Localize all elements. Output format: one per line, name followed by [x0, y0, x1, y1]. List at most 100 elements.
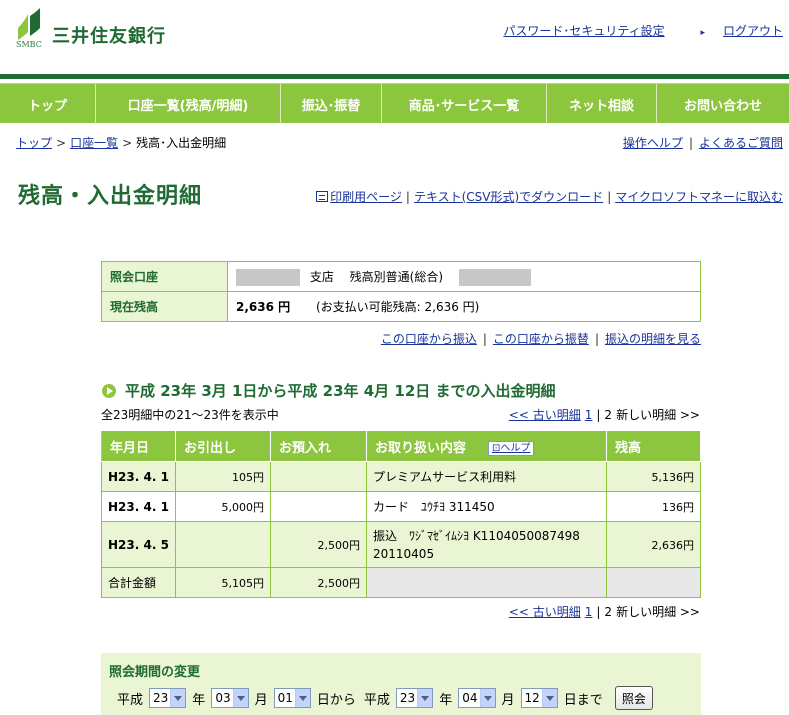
- help-label: ヘルプ: [500, 442, 531, 454]
- transfer-details-link[interactable]: 振込の明細を見る: [605, 332, 701, 346]
- pager-separator: |: [596, 408, 601, 422]
- to-label: 日まで: [563, 692, 603, 708]
- balance-row: 現在残高 2,636 円 (お支払い可能残高: 2,636 円): [101, 291, 701, 322]
- pager-top: << 古い明細 1 | 2 新しい明細 >>: [509, 406, 700, 423]
- era-label: 平成: [363, 692, 390, 708]
- password-security-link[interactable]: パスワード･セキュリティ設定: [503, 24, 664, 38]
- page-title: 残高・入出金明細: [18, 184, 203, 209]
- faq-link[interactable]: よくあるご質問: [699, 136, 783, 150]
- row-withdraw: 5,000円: [175, 491, 271, 522]
- from-year-select[interactable]: 23: [149, 688, 187, 708]
- col-withdraw: お引出し: [175, 430, 271, 462]
- chevron-down-icon: [479, 689, 495, 707]
- print-icon: [316, 191, 329, 202]
- from-year-value: 23: [153, 691, 169, 705]
- nav-top[interactable]: トップ: [0, 84, 96, 124]
- row-description: カード ﾕｳﾁﾖ 311450: [366, 491, 607, 522]
- to-month-value: 04: [462, 691, 478, 705]
- col-description-label: お取り扱い内容: [375, 440, 467, 456]
- period-change-panel: 照会期間の変更 平成 23 年 03 月 01 日から 平成 23 年 04 月…: [101, 653, 701, 715]
- switch-from-account-link[interactable]: この口座から振替: [493, 332, 589, 346]
- from-day-value: 01: [277, 691, 293, 705]
- to-month-select[interactable]: 04: [458, 688, 496, 708]
- help-button[interactable]: ⊡ヘルプ: [488, 440, 535, 456]
- result-count: 全23明細中の21～23件を表示中: [101, 408, 279, 422]
- nav-consult[interactable]: ネット相談: [547, 84, 657, 124]
- breadcrumb-top[interactable]: トップ: [16, 136, 52, 150]
- newer-statements-label: 新しい明細 >>: [616, 408, 700, 422]
- branch-label: 支店: [309, 269, 334, 284]
- account-table: 照会口座 支店 残高別普通(総合) 現在残高 2,636 円 (お支払い可能残高…: [101, 261, 701, 322]
- page-1-link[interactable]: 1: [585, 408, 593, 422]
- row-description: 振込 ﾜｼﾞﾏｾﾞｲﾑｼﾖ K1104050087498 20110405: [366, 521, 607, 568]
- table-row: H23. 4. 5 2,500円 振込 ﾜｼﾞﾏｾﾞｲﾑｼﾖ K11040500…: [101, 521, 701, 568]
- total-blank: [366, 567, 607, 598]
- title-links: 印刷用ページ | テキスト(CSV形式)でダウンロード | マイクロソフトマネーに取込む: [316, 188, 783, 205]
- help-links: 操作ヘルプ | よくあるご質問: [623, 134, 783, 151]
- total-label: 合計金額: [101, 567, 176, 598]
- pager-bottom: << 古い明細 1 | 2 新しい明細 >>: [509, 603, 700, 620]
- breadcrumb-separator: >: [56, 136, 67, 150]
- operation-help-link[interactable]: 操作ヘルプ: [623, 136, 683, 150]
- year-label: 年: [192, 692, 206, 708]
- query-button[interactable]: 照会: [614, 686, 653, 710]
- account-links: この口座から振込 | この口座から振替 | 振込の明細を見る: [381, 330, 701, 347]
- header-links: パスワード･セキュリティ設定 ▸ ログアウト: [487, 22, 783, 39]
- header-divider: [0, 74, 789, 79]
- balance-label: 現在残高: [101, 291, 228, 322]
- total-deposit: 2,500円: [270, 567, 367, 598]
- section-title-text: 平成 23年 3月 1日から平成 23年 4月 12日 までの入出金明細: [125, 382, 556, 400]
- breadcrumb-separator: >: [122, 136, 133, 150]
- row-deposit: [270, 461, 367, 492]
- period-title: 照会期間の変更: [109, 665, 201, 680]
- nav-transfer[interactable]: 振込･振替: [281, 84, 382, 124]
- divider: |: [607, 190, 612, 204]
- print-page-link[interactable]: 印刷用ページ: [330, 190, 402, 204]
- table-row: H23. 4. 1 5,000円 カード ﾕｳﾁﾖ 311450 136円: [101, 491, 701, 522]
- to-year-select[interactable]: 23: [395, 688, 434, 708]
- divider: |: [594, 332, 599, 346]
- row-deposit: 2,500円: [270, 521, 367, 568]
- header: SMBC 三井住友銀行 パスワード･セキュリティ設定 ▸ ログアウト: [0, 0, 789, 75]
- total-row: 合計金額 5,105円 2,500円: [101, 567, 701, 598]
- row-date: H23. 4. 5: [101, 521, 176, 568]
- chevron-down-icon: [541, 689, 557, 707]
- bank-name: 三井住友銀行: [52, 26, 166, 47]
- nav-account-list[interactable]: 口座一覧(残高/明細): [96, 84, 281, 124]
- to-day-select[interactable]: 12: [520, 688, 558, 708]
- logout-link[interactable]: ログアウト: [723, 24, 783, 38]
- account-row: 照会口座 支店 残高別普通(総合): [101, 261, 701, 292]
- account-value: 支店 残高別普通(総合): [227, 261, 701, 292]
- current-balance: 2,636 円: [236, 300, 291, 314]
- breadcrumb-account-list[interactable]: 口座一覧: [70, 136, 118, 150]
- table-header-row: 年月日 お引出し お預入れ お取り扱い内容 ⊡ヘルプ 残高: [101, 430, 701, 462]
- nav-products[interactable]: 商品･サービス一覧: [382, 84, 547, 124]
- from-day-select[interactable]: 01: [273, 688, 311, 708]
- col-date: 年月日: [101, 430, 176, 462]
- transfer-from-account-link[interactable]: この口座から振込: [381, 332, 477, 346]
- balance-value: 2,636 円 (お支払い可能残高: 2,636 円): [227, 291, 701, 322]
- chevron-down-icon: [294, 689, 310, 707]
- month-label: 月: [501, 692, 515, 708]
- main-nav: トップ 口座一覧(残高/明細) 振込･振替 商品･サービス一覧 ネット相談 お問…: [0, 83, 789, 124]
- breadcrumb: トップ > 口座一覧 > 残高･入出金明細: [16, 134, 226, 151]
- available-balance: (お支払い可能残高: 2,636 円): [315, 300, 480, 314]
- csv-download-link[interactable]: テキスト(CSV形式)でダウンロード: [414, 190, 603, 204]
- divider: |: [688, 136, 693, 150]
- from-month-value: 03: [215, 691, 231, 705]
- page-1-link[interactable]: 1: [585, 605, 593, 619]
- nav-contact[interactable]: お問い合わせ: [657, 84, 789, 124]
- from-month-select[interactable]: 03: [211, 688, 249, 708]
- chevron-down-icon: [232, 689, 248, 707]
- statement-table: 年月日 お引出し お預入れ お取り扱い内容 ⊡ヘルプ 残高 H23. 4. 1 1…: [101, 430, 701, 598]
- total-withdraw: 5,105円: [175, 567, 271, 598]
- account-type: 残高別普通(総合): [349, 269, 444, 284]
- col-deposit: お預入れ: [270, 430, 367, 462]
- play-bullet-icon: [102, 383, 116, 398]
- masked-branch: [236, 268, 300, 286]
- older-statements-link[interactable]: << 古い明細: [509, 408, 581, 422]
- ms-money-import-link[interactable]: マイクロソフトマネーに取込む: [615, 190, 783, 204]
- row-balance: 5,136円: [606, 461, 701, 492]
- period-form: 平成 23 年 03 月 01 日から 平成 23 年 04 月 12 日まで …: [113, 686, 653, 710]
- older-statements-link[interactable]: << 古い明細: [509, 605, 581, 619]
